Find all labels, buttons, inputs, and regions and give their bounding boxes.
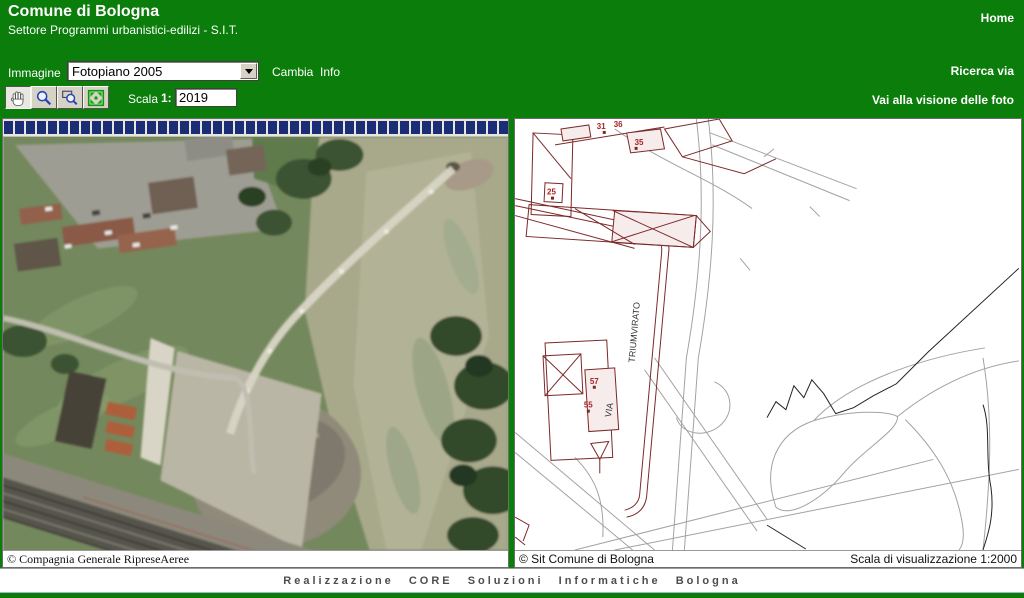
- scale-input[interactable]: [175, 88, 237, 107]
- display-scale-text: Scala di visualizzazione 1:2000: [850, 552, 1017, 566]
- zoom-window-tool-button[interactable]: [57, 86, 83, 109]
- dropdown-arrow-button[interactable]: [240, 63, 257, 79]
- search-street-link[interactable]: Ricerca via: [951, 64, 1014, 78]
- vector-map-image: 31 36 35 25 57 55 TRIUMVIRATO VIA: [515, 119, 1021, 550]
- footer-credit: Realizzazione CORE Soluzioni Informatich…: [283, 575, 740, 587]
- zoom-window-icon: [61, 89, 79, 107]
- building-number: 35: [635, 138, 644, 147]
- image-select-value: Fotopiano 2005: [68, 64, 240, 79]
- aerial-attribution: © Compagnia Generale RipreseAeree: [7, 552, 189, 567]
- tile-loading-strip: [3, 119, 508, 137]
- vector-attribution: © Sit Comune di Bologna: [519, 552, 654, 566]
- aerial-attribution-bar: © Compagnia Generale RipreseAeree: [3, 550, 508, 567]
- map-tools: [5, 86, 109, 109]
- vector-attribution-bar: © Sit Comune di Bologna Scala di visuali…: [515, 550, 1021, 567]
- page-title: Comune di Bologna: [8, 3, 159, 21]
- image-select-label: Immagine: [8, 66, 61, 80]
- aerial-photo-image: [3, 137, 508, 550]
- scale-prefix: 1:: [161, 91, 172, 105]
- footer-bar: Realizzazione CORE Soluzioni Informatich…: [0, 568, 1024, 592]
- change-image-button[interactable]: Cambia: [272, 65, 313, 79]
- aerial-photo-panel: © Compagnia Generale RipreseAeree: [2, 118, 509, 568]
- info-button[interactable]: Info: [320, 65, 340, 79]
- scale-label: Scala: [128, 92, 158, 106]
- aerial-photo-map[interactable]: [3, 137, 508, 550]
- zoom-magnifier-icon: [35, 89, 53, 107]
- pan-hand-icon: [9, 89, 27, 107]
- photo-view-link[interactable]: Vai alla visione delle foto: [872, 93, 1014, 107]
- vector-map-panel: 31 36 35 25 57 55 TRIUMVIRATO VIA © Sit …: [514, 118, 1022, 568]
- building-number: 57: [590, 377, 599, 386]
- home-link[interactable]: Home: [981, 11, 1014, 25]
- full-extent-icon: [87, 89, 105, 107]
- building-number: 55: [584, 401, 593, 410]
- pan-tool-button[interactable]: [5, 86, 31, 109]
- map-viewer-app: Comune di Bologna Settore Programmi urba…: [0, 0, 1024, 598]
- chevron-down-icon: [245, 69, 253, 74]
- building-number: 36: [614, 120, 623, 129]
- full-extent-tool-button[interactable]: [83, 86, 109, 109]
- image-select[interactable]: Fotopiano 2005: [67, 61, 259, 81]
- building-number: 25: [547, 188, 556, 197]
- footer-green-strip: [0, 593, 1024, 598]
- vector-map[interactable]: 31 36 35 25 57 55 TRIUMVIRATO VIA: [515, 119, 1021, 550]
- page-subtitle: Settore Programmi urbanistici-edilizi - …: [8, 23, 238, 37]
- building-number: 31: [597, 122, 606, 131]
- zoom-tool-button[interactable]: [31, 86, 57, 109]
